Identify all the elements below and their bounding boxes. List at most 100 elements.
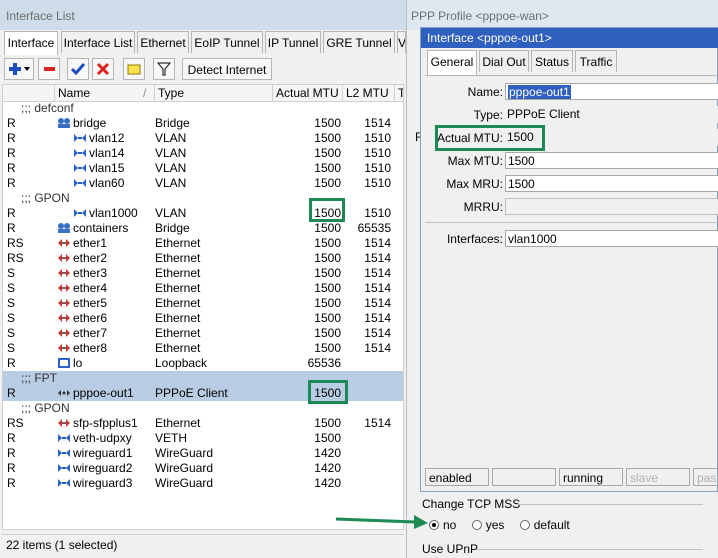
row-actual-mtu: 1500 (314, 341, 341, 355)
disable-button[interactable] (92, 58, 114, 80)
tab-ip-tunnel[interactable]: IP Tunnel (265, 31, 321, 53)
table-row[interactable]: Rcontainers Bridge 1500 65535 (3, 221, 403, 236)
name-input[interactable]: pppoe-out1 (505, 83, 718, 100)
table-row[interactable]: Sether4 Ethernet 1500 1514 (3, 281, 403, 296)
table-row[interactable]: Rvlan15 VLAN 1500 1510 (3, 161, 403, 176)
vlan-icon (73, 146, 89, 160)
table-row[interactable]: Rveth-udpxy VETH 1500 (3, 431, 403, 446)
table-row[interactable]: Rwireguard2 WireGuard 1420 (3, 461, 403, 476)
row-name: ether6 (73, 311, 108, 325)
table-row[interactable]: Sether8 Ethernet 1500 1514 (3, 341, 403, 356)
wireguard-icon (57, 461, 73, 475)
row-flag: S (7, 266, 16, 280)
column-name[interactable]: Name / (55, 85, 155, 101)
table-row[interactable]: Rvlan1000 VLAN 1500 1510 (3, 206, 403, 221)
column-flag[interactable] (3, 85, 55, 101)
row-type: VLAN (155, 131, 187, 145)
table-row[interactable]: Rvlan14 VLAN 1500 1510 (3, 146, 403, 161)
row-actual-mtu: 1500 (314, 161, 341, 175)
filter-button[interactable] (153, 58, 175, 80)
row-type: Ethernet (155, 236, 201, 250)
name-label: Name: (467, 85, 503, 99)
tab-interface[interactable]: Interface (4, 31, 58, 56)
interface-list-titlebar[interactable]: Interface List (0, 0, 406, 30)
max-mru-input[interactable]: 1500 (505, 175, 718, 192)
interface-table: Name/ Type Actual MTU L2 MTU Tx ;;; defc… (2, 84, 404, 530)
table-row[interactable]: Sether6 Ethernet 1500 1514 (3, 311, 403, 326)
tab-eoip-tunnel[interactable]: EoIP Tunnel (191, 31, 263, 53)
row-flag: S (7, 326, 16, 340)
row-actual-mtu: 1500 (314, 281, 341, 295)
table-row[interactable]: Rpppoe-out1 PPPoE Client 1500 (3, 386, 403, 401)
comment-icon (127, 64, 141, 75)
tab-gre-tunnel[interactable]: GRE Tunnel (323, 31, 395, 53)
ethernet-icon (57, 416, 73, 430)
tab-vlan-partial[interactable]: V (397, 31, 406, 53)
row-name: pppoe-out1 (73, 386, 134, 400)
column-tx[interactable]: Tx (395, 85, 403, 101)
row-type: Ethernet (155, 281, 201, 295)
tab-status[interactable]: Status (531, 50, 573, 72)
row-actual-mtu: 1500 (314, 296, 341, 310)
row-flag: S (7, 281, 16, 295)
comment-row[interactable]: ;;; FPT (3, 371, 403, 386)
detect-internet-button[interactable]: Detect Internet (182, 58, 272, 80)
radio-default[interactable]: default (519, 518, 570, 532)
row-type: WireGuard (155, 446, 214, 460)
row-l2-mtu: 1510 (364, 161, 391, 175)
add-button[interactable] (4, 58, 34, 80)
ppp-profile-titlebar[interactable]: PPP Profile <pppoe-wan> (407, 0, 718, 30)
pppoe-status-bar: enabled running slave passt (425, 468, 718, 487)
status-passthrough: passt (693, 468, 718, 486)
group-divider (517, 504, 703, 505)
tab-general[interactable]: General (427, 50, 477, 75)
comment-row[interactable]: ;;; GPON (3, 401, 403, 416)
table-row[interactable]: RS ether2 Ethernet 1500 1514 (3, 251, 403, 266)
ethernet-icon (57, 341, 73, 355)
remove-button[interactable] (38, 58, 60, 80)
column-type[interactable]: Type (155, 85, 273, 101)
max-mtu-input[interactable]: 1500 (505, 152, 718, 169)
type-value: PPPoE Client (505, 106, 718, 123)
table-row[interactable]: Rwireguard1 WireGuard 1420 (3, 446, 403, 461)
table-row[interactable]: Sether5 Ethernet 1500 1514 (3, 296, 403, 311)
table-row[interactable]: Rlo Loopback 65536 (3, 356, 403, 371)
row-type: Bridge (155, 221, 190, 235)
table-body: ;;; defconf Rbridge Bridge 1500 1514 Rvlan12 V… (3, 101, 403, 491)
tab-traffic[interactable]: Traffic (575, 50, 617, 72)
table-row[interactable]: Rvlan60 VLAN 1500 1510 (3, 176, 403, 191)
row-flag: R (7, 176, 16, 190)
x-icon (96, 62, 110, 76)
pppoe-icon (57, 386, 73, 400)
row-name: ether8 (73, 341, 108, 355)
row-name: containers (73, 221, 129, 235)
row-l2-mtu (343, 476, 391, 491)
table-row[interactable]: RS sfp-sfpplus1 Ethernet 1500 1514 (3, 416, 403, 431)
comment-button[interactable] (123, 58, 145, 80)
enable-button[interactable] (67, 58, 89, 80)
row-actual-mtu: 1500 (314, 131, 341, 145)
tab-interface-list[interactable]: Interface List (61, 31, 135, 53)
row-type: Ethernet (155, 311, 201, 325)
column-actual-mtu[interactable]: Actual MTU (273, 85, 343, 101)
tab-dial-out[interactable]: Dial Out (479, 50, 529, 72)
vlan-icon (73, 176, 89, 190)
mrru-input[interactable] (505, 198, 718, 215)
row-comment: ;;; GPON (21, 401, 70, 415)
comment-row[interactable]: ;;; defconf (3, 101, 403, 116)
table-row[interactable]: Rvlan12 VLAN 1500 1510 (3, 131, 403, 146)
table-row[interactable]: Sether3 Ethernet 1500 1514 (3, 266, 403, 281)
radio-yes[interactable]: yes (471, 518, 504, 532)
table-row[interactable]: RS ether1 Ethernet 1500 1514 (3, 236, 403, 251)
table-row[interactable]: Rbridge Bridge 1500 1514 (3, 116, 403, 131)
tab-ethernet[interactable]: Ethernet (137, 31, 189, 53)
column-l2-mtu[interactable]: L2 MTU (343, 85, 395, 101)
interfaces-select[interactable]: vlan1000 (505, 230, 718, 247)
row-comment: ;;; defconf (21, 101, 74, 115)
table-row[interactable]: Rwireguard3 WireGuard 1420 (3, 476, 403, 491)
comment-row[interactable]: ;;; GPON (3, 191, 403, 206)
table-row[interactable]: Sether7 Ethernet 1500 1514 (3, 326, 403, 341)
actual-mtu-value: 1500 (505, 129, 718, 146)
row-actual-mtu: 1500 (314, 386, 341, 400)
pppoe-titlebar[interactable]: Interface <pppoe-out1> (421, 28, 718, 48)
